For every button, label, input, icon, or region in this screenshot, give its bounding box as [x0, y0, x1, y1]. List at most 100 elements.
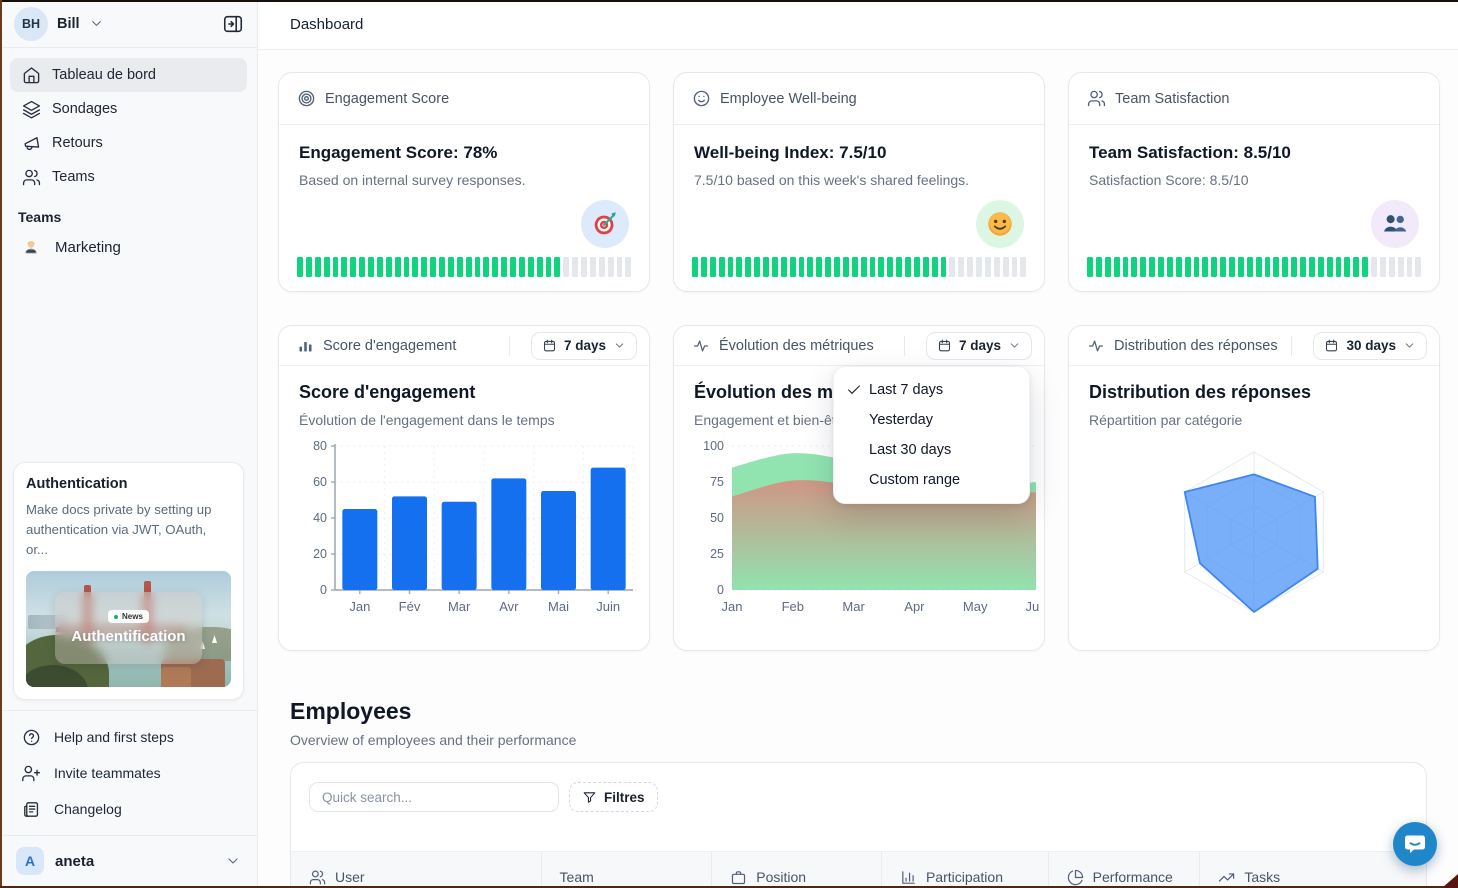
column-header-team[interactable]: Team	[541, 852, 712, 888]
svg-text:50: 50	[710, 511, 724, 525]
chevron-down-icon	[1008, 339, 1021, 352]
range-label: 30 days	[1346, 338, 1396, 353]
svg-text:25: 25	[710, 547, 724, 561]
stat-subtext: Based on internal survey responses.	[299, 172, 629, 188]
users-icon	[309, 869, 326, 886]
card-header-title: Évolution des métriques	[719, 338, 874, 354]
account-avatar: A	[16, 847, 44, 875]
sidebar-item-dashboard[interactable]: Tableau de bord	[10, 58, 247, 92]
sidebar-item-marketing[interactable]: Marketing	[10, 229, 247, 265]
activity-icon	[1087, 337, 1105, 355]
workspace-name: Bill	[57, 16, 80, 32]
sidebar-collapse-button[interactable]	[221, 13, 245, 37]
help-menu-item[interactable]: Help and first steps	[10, 719, 247, 755]
chat-bubble-icon	[1403, 832, 1427, 856]
card-header-title: Engagement Score	[325, 91, 449, 107]
invite-teammates-item[interactable]: Invite teammates	[10, 755, 247, 791]
range-selector-button[interactable]: 30 days	[1313, 332, 1427, 360]
promo-card-authentication[interactable]: Authentication Make docs private by sett…	[13, 462, 244, 700]
user-plus-icon	[22, 764, 41, 783]
card-header-title: Employee Well-being	[720, 91, 857, 107]
range-selector-button[interactable]: 7 days	[926, 332, 1032, 360]
column-header-tasks[interactable]: Tasks	[1199, 852, 1426, 888]
card-header-title: Team Satisfaction	[1115, 91, 1229, 107]
svg-text:0: 0	[717, 583, 724, 597]
svg-text:40: 40	[313, 511, 327, 525]
menu-item-yesterday[interactable]: Yesterday	[834, 405, 1029, 435]
stat-cards-row: Engagement Score Engagement Score: 78% B…	[278, 72, 1440, 292]
employees-section-header: Employees Overview of employees and thei…	[290, 698, 576, 748]
sidebar: BH Bill Tableau de bord Sondages Retours	[0, 0, 258, 888]
menu-item-last-30-days[interactable]: Last 30 days	[834, 435, 1029, 465]
chart-heading: Distribution des réponses	[1089, 382, 1419, 403]
corner-artifact	[1442, 874, 1458, 888]
users-icon	[22, 168, 41, 187]
svg-text:Avr: Avr	[499, 599, 519, 614]
calendar-icon	[542, 338, 557, 353]
svg-text:100: 100	[703, 439, 724, 453]
topbar: Dashboard	[258, 0, 1458, 50]
teams-section-label: Teams	[18, 209, 249, 225]
column-header-performance[interactable]: Performance	[1048, 852, 1200, 888]
chart-heading: Score d'engagement	[299, 382, 629, 403]
chart-subheading: Évolution de l'engagement dans le temps	[299, 412, 629, 428]
sidebar-item-label: Retours	[52, 135, 103, 151]
sidebar-item-surveys[interactable]: Sondages	[10, 92, 247, 126]
smiling-face-emoji-icon	[976, 200, 1024, 248]
column-header-participation[interactable]: Participation	[881, 852, 1048, 888]
calendar-icon	[937, 338, 952, 353]
stat-card-engagement: Engagement Score Engagement Score: 78% B…	[278, 72, 650, 292]
svg-text:Jan: Jan	[349, 599, 370, 614]
account-menu[interactable]: A aneta	[0, 835, 257, 888]
svg-text:Mar: Mar	[448, 599, 471, 614]
check-icon	[846, 382, 862, 398]
svg-text:75: 75	[710, 475, 724, 489]
workspace-switcher[interactable]: BH Bill	[0, 0, 257, 48]
svg-text:Apr: Apr	[904, 599, 925, 614]
menu-item-last-7-days[interactable]: Last 7 days	[834, 375, 1029, 405]
column-header-position[interactable]: Position	[711, 852, 881, 888]
range-selector-button[interactable]: 7 days	[531, 332, 637, 360]
divider	[1291, 336, 1292, 356]
layers-icon	[22, 100, 41, 119]
target-icon	[297, 89, 316, 108]
svg-text:20: 20	[313, 547, 327, 561]
sidebar-item-teams[interactable]: Teams	[10, 160, 247, 194]
sidebar-item-label: Sondages	[52, 101, 117, 117]
svg-text:0: 0	[320, 583, 327, 597]
sidebar-item-feedback[interactable]: Retours	[10, 126, 247, 160]
filters-button[interactable]: Filtres	[569, 782, 658, 812]
range-label: 7 days	[564, 338, 606, 353]
briefcase-icon	[730, 869, 747, 886]
changelog-icon	[22, 800, 41, 819]
svg-text:Mar: Mar	[842, 599, 865, 614]
chart-card-response-distribution: Distribution des réponses 30 days Distri…	[1068, 325, 1440, 651]
progress-bar	[1087, 257, 1421, 277]
activity-icon	[692, 337, 710, 355]
news-badge: News	[108, 610, 149, 623]
divider	[509, 336, 510, 356]
bar-chart-axis-icon	[900, 869, 917, 886]
dartboard-emoji-icon	[581, 200, 629, 248]
employees-table-card: Filtres User Team Position Participation	[290, 762, 1427, 888]
changelog-item[interactable]: Changelog	[10, 791, 247, 827]
chat-launcher-button[interactable]	[1393, 822, 1437, 866]
sidebar-item-label: Marketing	[55, 239, 121, 256]
bar-chart-icon	[297, 337, 314, 354]
screen-edge	[0, 0, 2, 888]
chart-subheading: Répartition par catégorie	[1089, 412, 1419, 428]
home-icon	[22, 66, 41, 85]
trending-up-icon	[1218, 869, 1235, 886]
svg-text:Mai: Mai	[548, 599, 569, 614]
menu-item-custom-range[interactable]: Custom range	[834, 465, 1029, 495]
users-icon	[1087, 89, 1106, 108]
footer-item-label: Changelog	[54, 801, 122, 817]
card-header-title: Distribution des réponses	[1114, 338, 1278, 354]
search-input[interactable]	[309, 782, 559, 812]
chevron-down-icon	[1403, 339, 1416, 352]
progress-bar	[692, 257, 1026, 277]
funnel-icon	[582, 790, 597, 805]
help-circle-icon	[22, 728, 41, 747]
column-header-user[interactable]: User	[291, 852, 541, 888]
svg-text:Juin: Juin	[596, 599, 620, 614]
